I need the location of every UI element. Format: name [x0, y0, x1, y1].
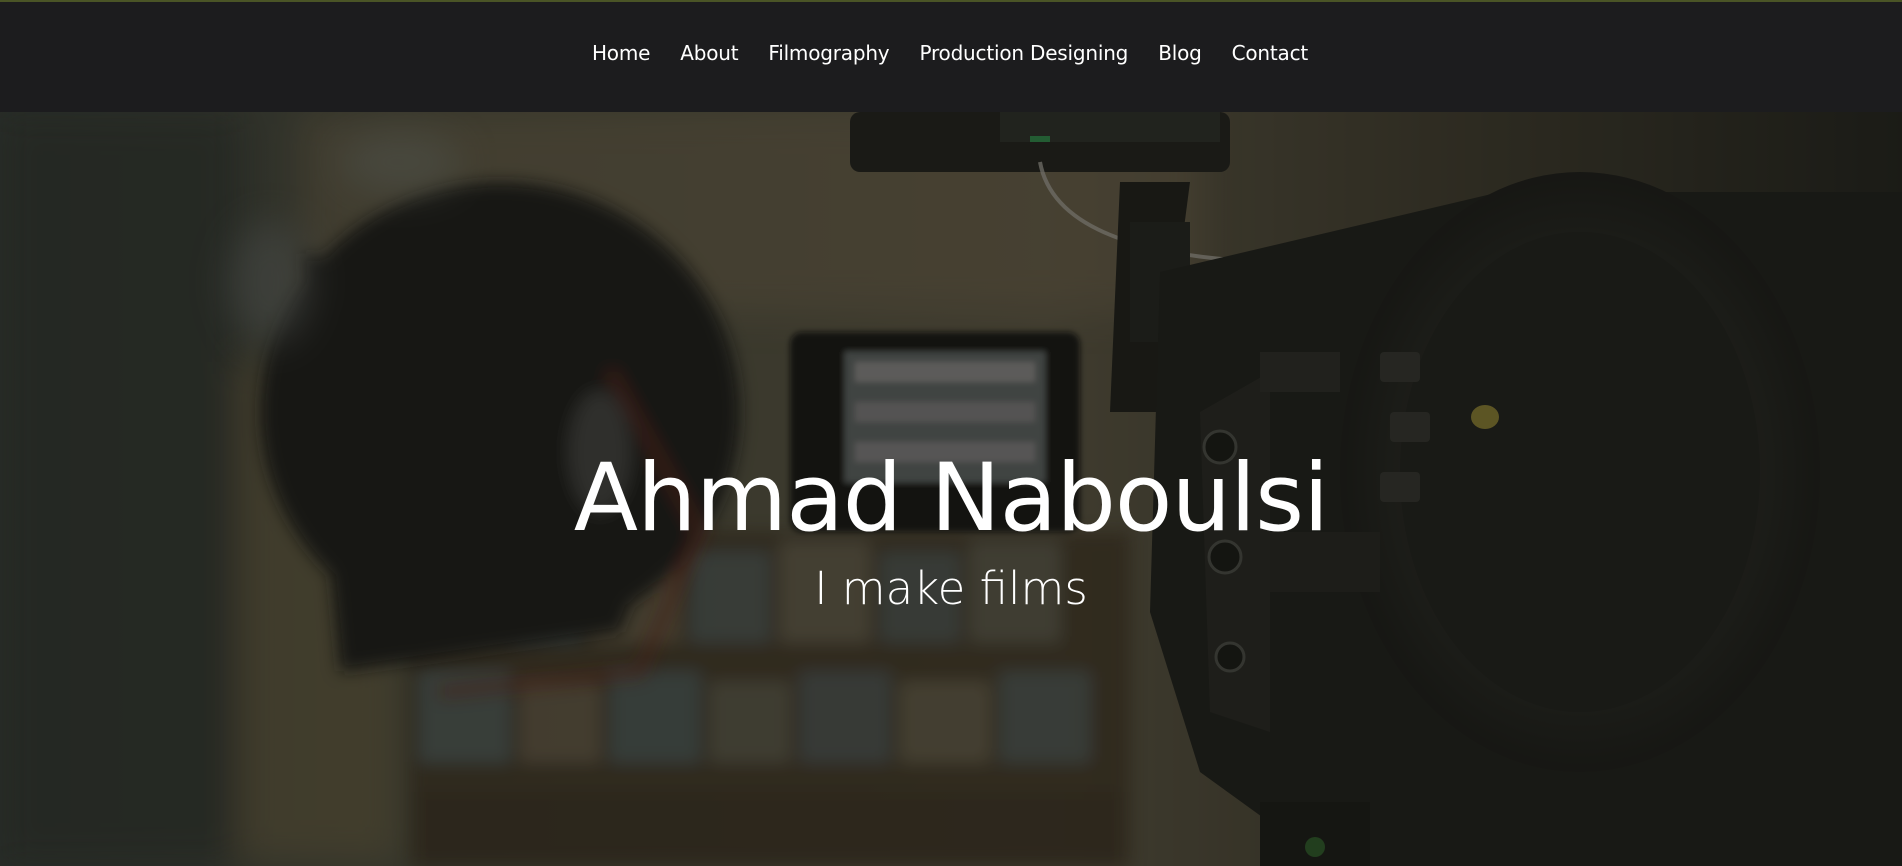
nav-list: Home About Filmography Production Design… [592, 41, 1308, 65]
nav-link-production-designing[interactable]: Production Designing [919, 41, 1128, 65]
nav-link-home[interactable]: Home [592, 41, 650, 65]
nav-link-blog[interactable]: Blog [1158, 41, 1202, 65]
nav-link-filmography[interactable]: Filmography [768, 41, 889, 65]
hero-subtitle: I make films [814, 562, 1088, 615]
page: Home About Filmography Production Design… [0, 0, 1902, 866]
hero-title: Ahmad Naboulsi [573, 444, 1329, 553]
main-navigation: Home About Filmography Production Design… [0, 2, 1902, 112]
nav-link-contact[interactable]: Contact [1232, 41, 1309, 65]
nav-link-about[interactable]: About [680, 41, 738, 65]
hero-text-block: Ahmad Naboulsi I make films [0, 112, 1902, 866]
hero-section: Ahmad Naboulsi I make films [0, 112, 1902, 866]
